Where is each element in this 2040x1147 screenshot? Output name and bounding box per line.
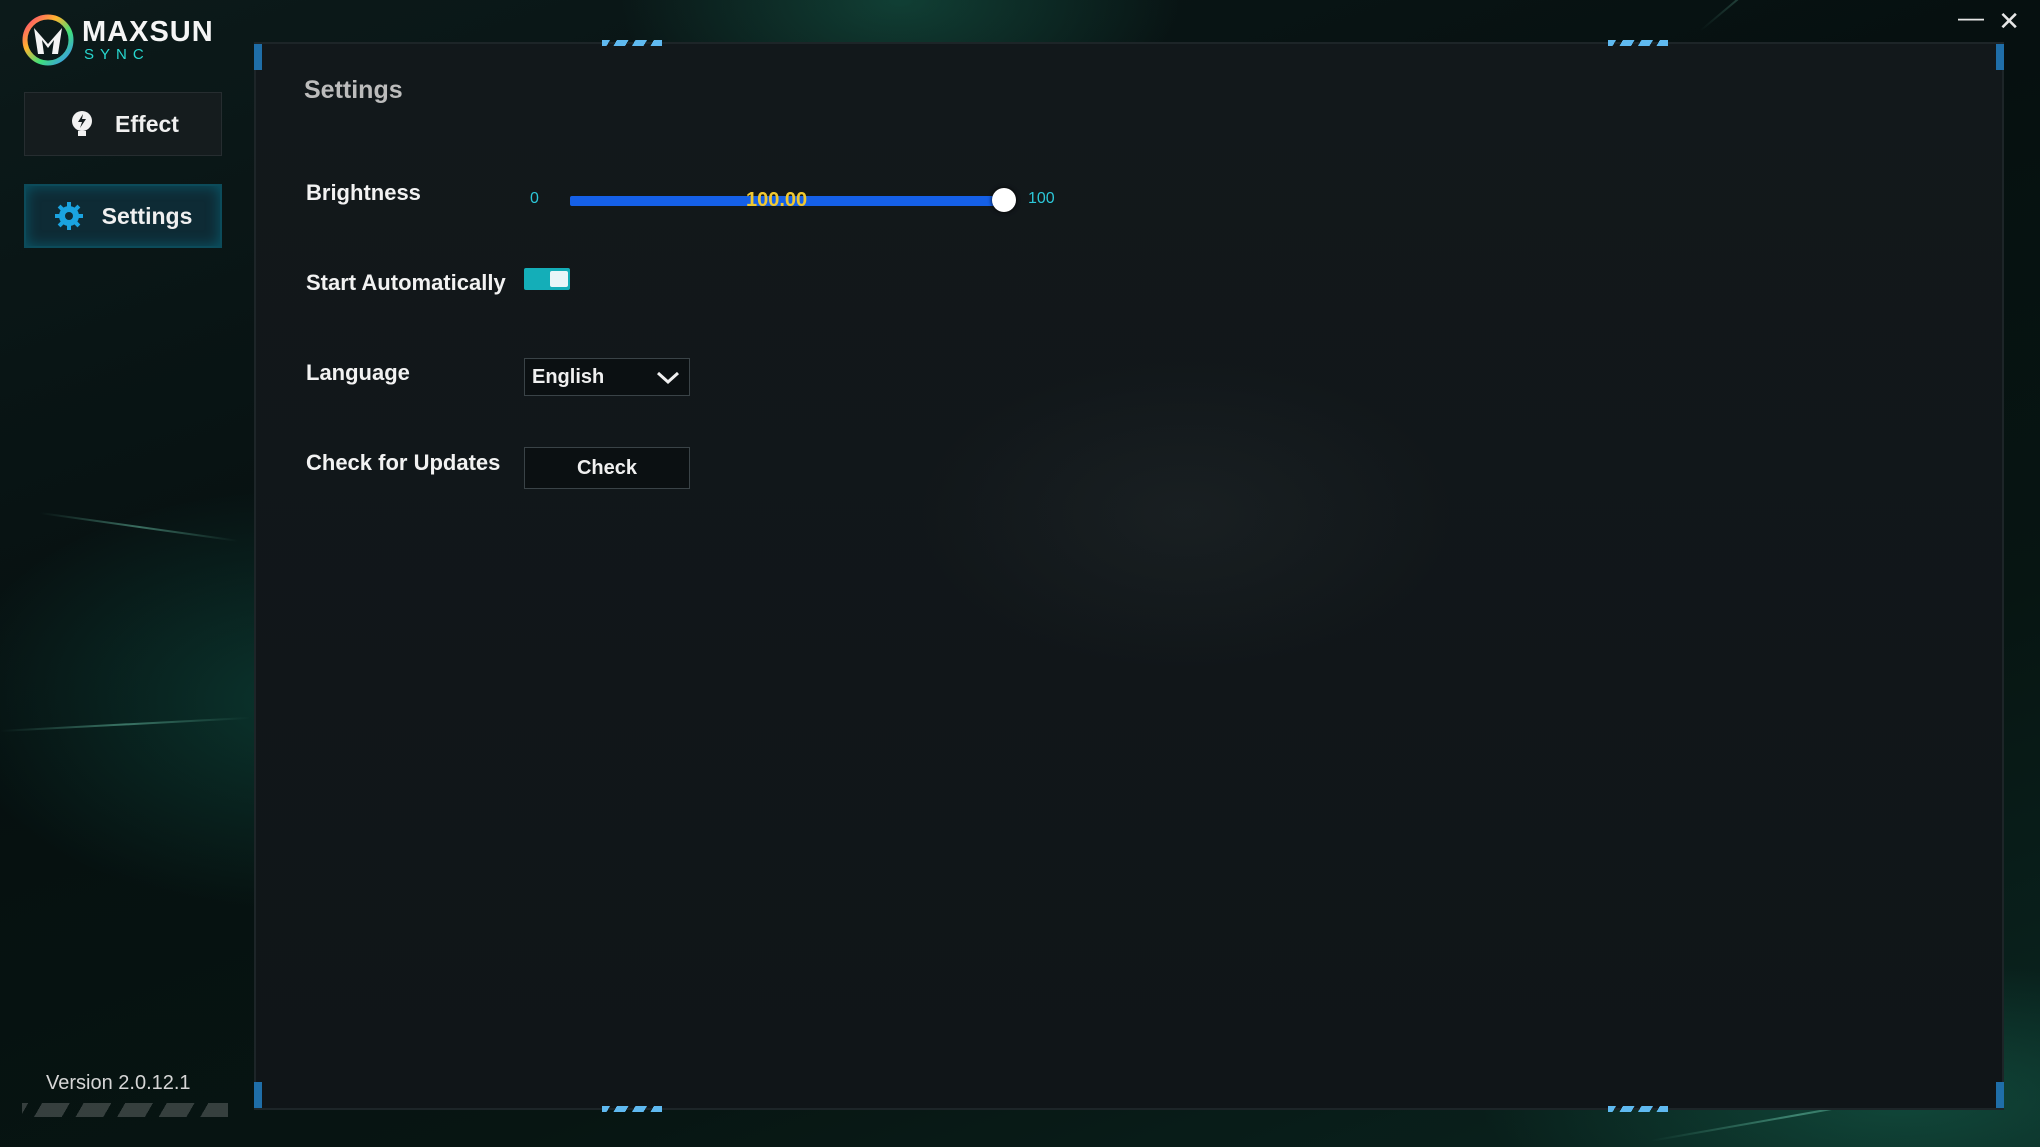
nav-item-label: Effect bbox=[115, 110, 179, 137]
language-selected-value: English bbox=[532, 365, 605, 388]
background-streak bbox=[0, 716, 250, 732]
panel-decoration bbox=[1608, 1106, 1668, 1112]
page-title: Settings bbox=[304, 76, 403, 104]
nav-item-effect[interactable]: Effect bbox=[24, 92, 222, 156]
toggle-knob bbox=[550, 271, 568, 287]
panel-corner bbox=[1996, 1082, 2004, 1108]
brightness-min-label: 0 bbox=[530, 190, 539, 207]
app-logo: MAXSUN SYNC bbox=[22, 12, 232, 68]
close-button[interactable]: ✕ bbox=[1998, 6, 2020, 37]
check-updates-label: Check for Updates bbox=[306, 450, 501, 475]
chevron-down-icon bbox=[656, 371, 680, 385]
brand-subtitle: SYNC bbox=[84, 46, 150, 63]
minimize-button[interactable]: — bbox=[1958, 2, 1984, 33]
maxsun-logo-icon bbox=[22, 14, 74, 66]
gear-icon bbox=[54, 202, 83, 230]
start-automatically-label: Start Automatically bbox=[306, 270, 506, 295]
panel-corner bbox=[1996, 44, 2004, 70]
bulb-icon bbox=[72, 111, 93, 136]
nav-item-settings[interactable]: Settings bbox=[24, 184, 222, 248]
background-streak bbox=[1699, 0, 1854, 32]
settings-panel: Settings Brightness 0 100.00 100 Start A… bbox=[254, 40, 2004, 1112]
nav-item-label: Settings bbox=[101, 202, 193, 229]
brand-name: MAXSUN bbox=[82, 16, 214, 48]
brightness-max-label: 100 bbox=[1028, 190, 1055, 207]
start-automatically-toggle[interactable] bbox=[524, 268, 570, 290]
language-select[interactable]: English bbox=[524, 358, 690, 396]
brightness-value: 100.00 bbox=[746, 189, 808, 211]
panel-decoration bbox=[1608, 40, 1668, 46]
language-label: Language bbox=[306, 360, 410, 385]
brightness-label: Brightness bbox=[306, 180, 421, 205]
panel-corner bbox=[254, 1082, 262, 1108]
background-streak bbox=[39, 512, 239, 542]
decorative-stripes bbox=[22, 1103, 228, 1117]
panel-corner bbox=[254, 44, 262, 70]
version-label: Version 2.0.12.1 bbox=[46, 1072, 191, 1094]
panel-decoration bbox=[602, 40, 662, 46]
panel-decoration bbox=[602, 1106, 662, 1112]
brightness-slider-thumb[interactable] bbox=[992, 188, 1016, 212]
check-updates-button[interactable]: Check bbox=[524, 447, 690, 489]
